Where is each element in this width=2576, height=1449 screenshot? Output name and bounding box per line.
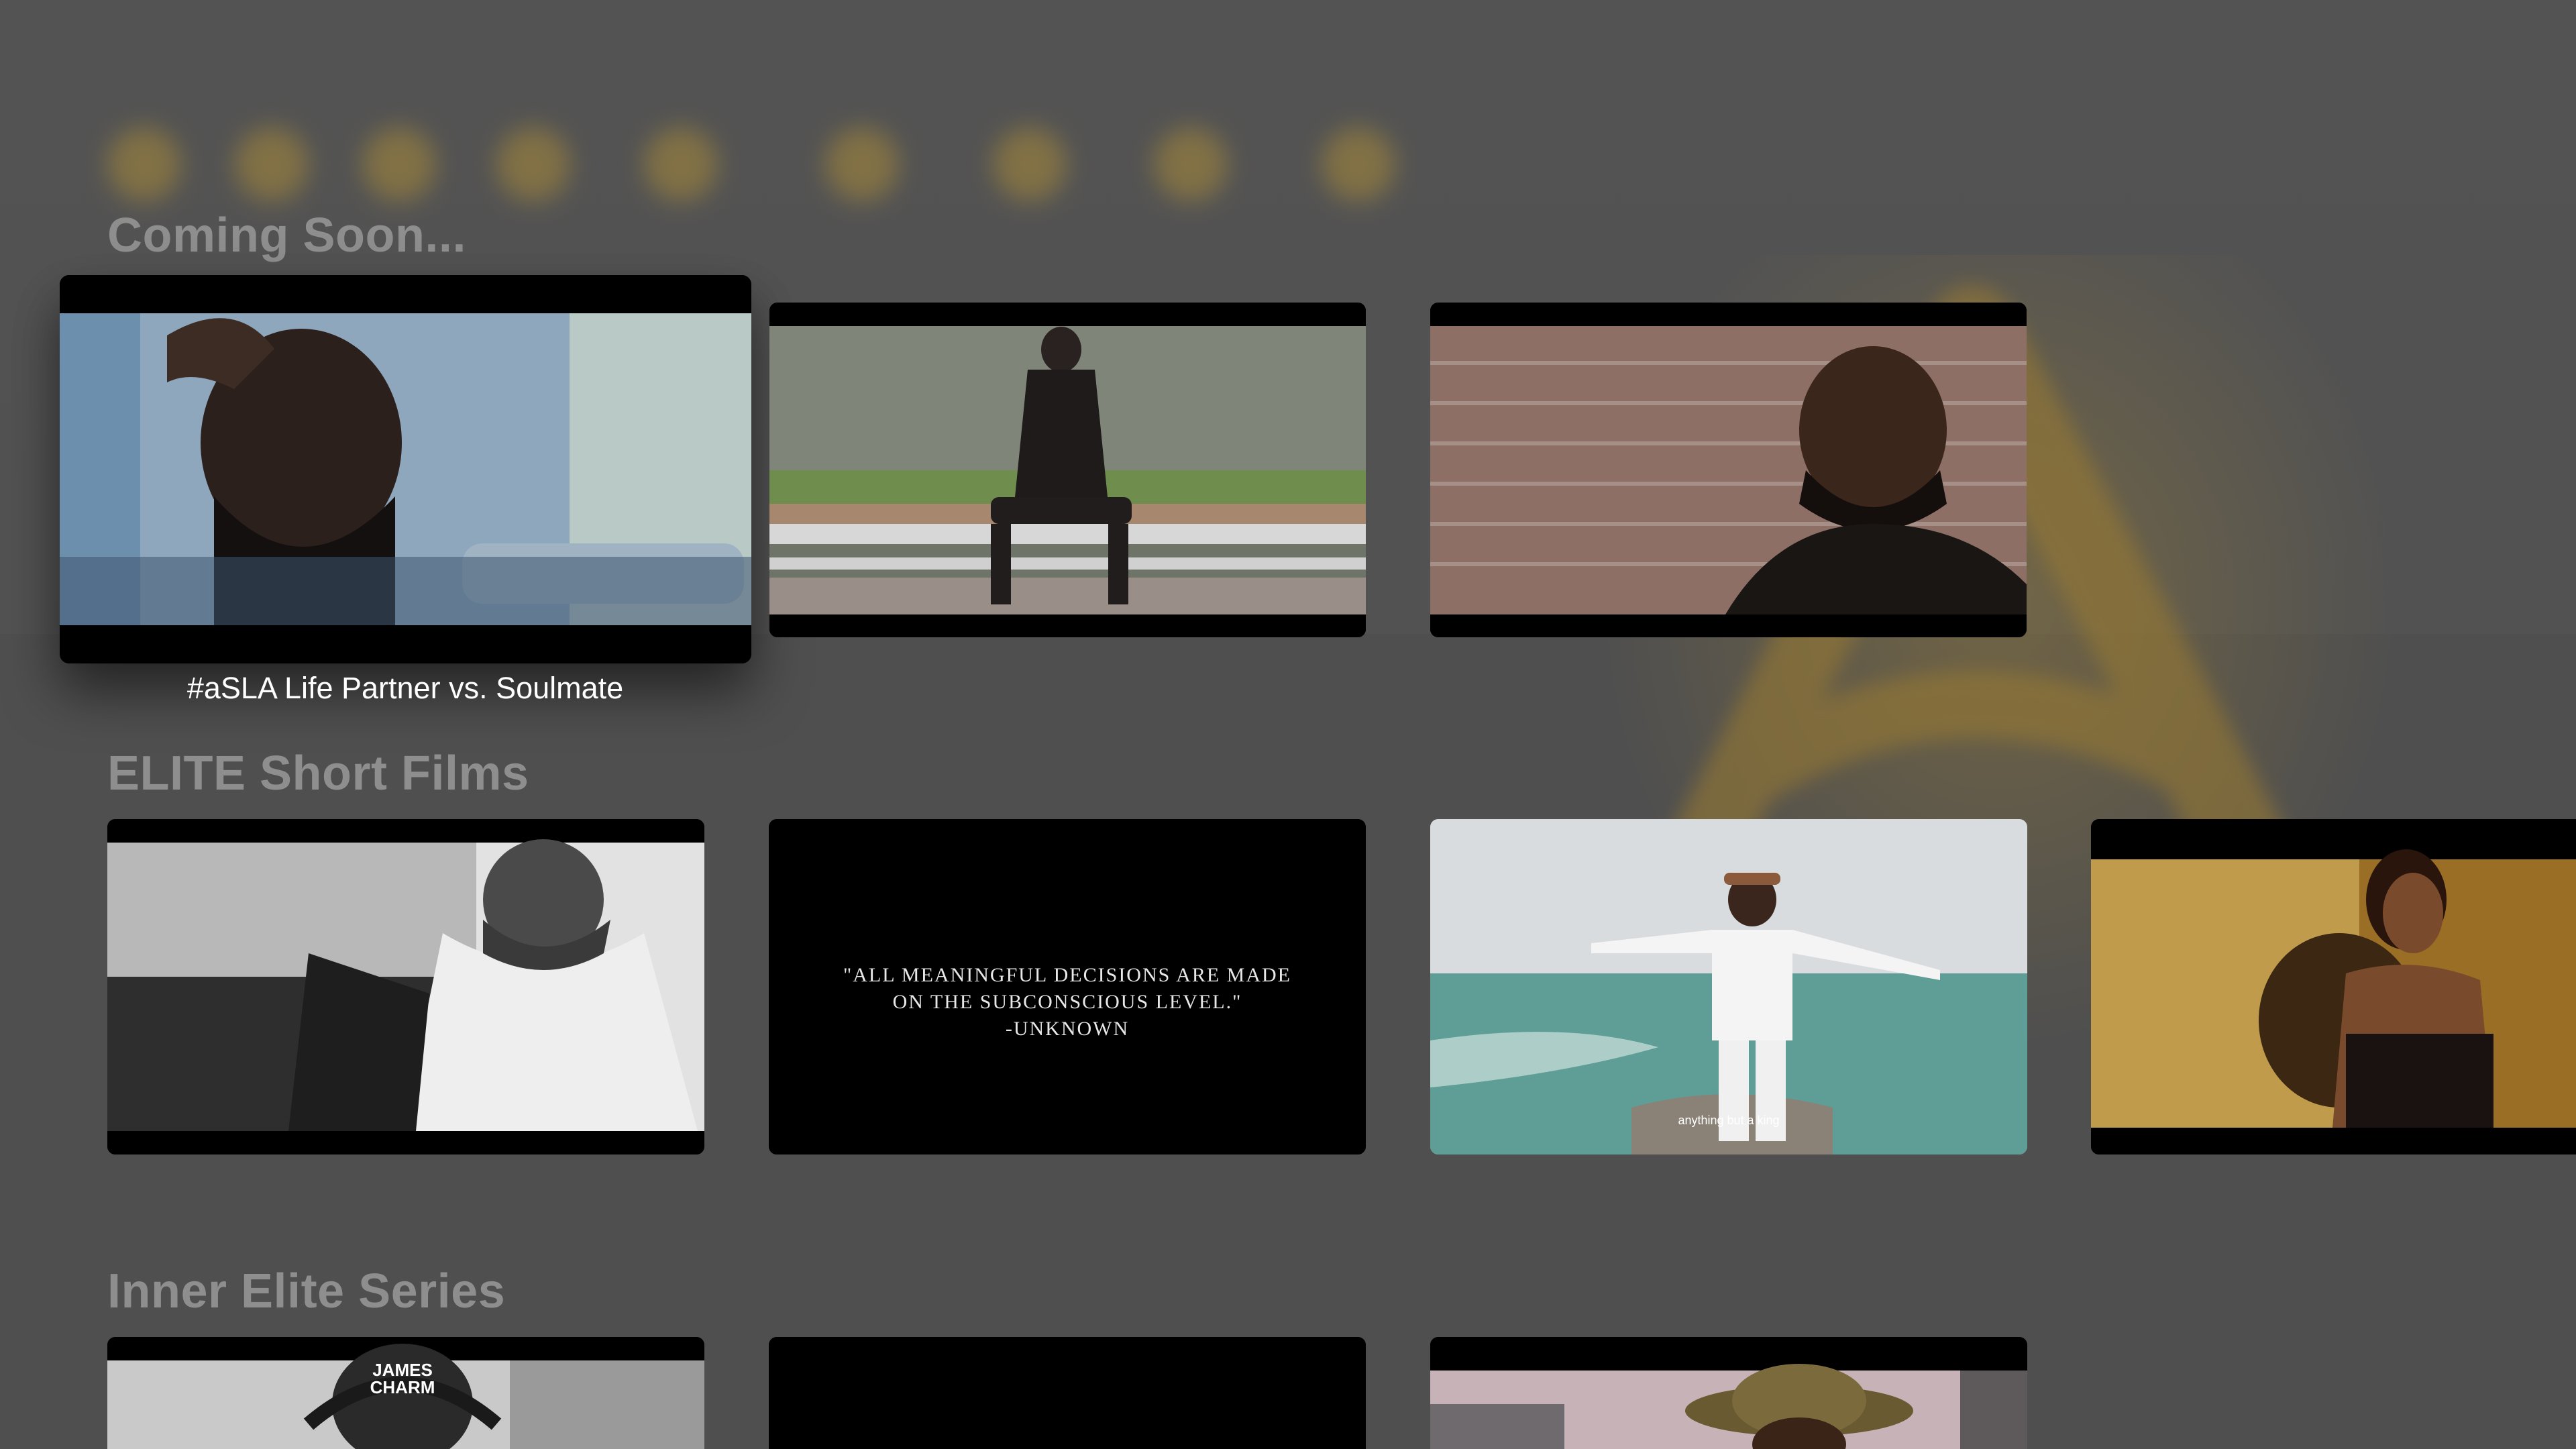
video-thumbnail: [769, 1337, 1366, 1449]
cap-text-line-2: CHARM: [370, 1377, 435, 1397]
top-menu-bar: [67, 94, 1509, 221]
video-tile-woman-speaking[interactable]: [2091, 819, 2576, 1155]
section-title-inner-elite-series: Inner Elite Series: [107, 1265, 506, 1318]
focused-tile-caption: #aSLA Life Partner vs. Soulmate: [186, 671, 624, 705]
quote-line-2: ON THE SUBCONSCIOUS LEVEL.": [893, 991, 1242, 1013]
video-tile-quote[interactable]: "ALL MEANINGFUL DECISIONS ARE MADE ON TH…: [769, 819, 1366, 1155]
section-title-elite-short-films: ELITE Short Films: [107, 747, 529, 800]
section-title-coming-soon: Coming Soon...: [107, 209, 466, 262]
video-subtitle: anything but a king: [1678, 1114, 1779, 1127]
video-tile-bleachers[interactable]: [769, 303, 1366, 637]
video-tile-brick-wall[interactable]: [1430, 303, 2027, 637]
video-thumbnail: anything but a king: [1430, 819, 2027, 1155]
quote-line-3: -UNKNOWN: [1006, 1018, 1129, 1040]
video-thumbnail: "ALL MEANINGFUL DECISIONS ARE MADE ON TH…: [769, 819, 1366, 1155]
video-tile-life-partner[interactable]: [60, 275, 751, 663]
video-thumbnail: [1430, 1337, 2027, 1449]
video-thumbnail: [769, 303, 1366, 637]
video-tile-arms-outstretched[interactable]: anything but a king: [1430, 819, 2027, 1155]
quote-line-1: "ALL MEANINGFUL DECISIONS ARE MADE: [843, 964, 1291, 986]
video-thumbnail: JAMES CHARM: [107, 1337, 704, 1449]
video-thumbnail: [107, 819, 704, 1155]
video-tile-hat-city[interactable]: [1430, 1337, 2027, 1449]
video-tile-black[interactable]: [769, 1337, 1366, 1449]
video-thumbnail: [2091, 819, 2576, 1155]
video-tile-bw-scarf[interactable]: [107, 819, 704, 1155]
video-thumbnail: [1430, 303, 2027, 637]
video-thumbnail: [60, 275, 751, 663]
video-tile-headphones[interactable]: JAMES CHARM: [107, 1337, 704, 1449]
